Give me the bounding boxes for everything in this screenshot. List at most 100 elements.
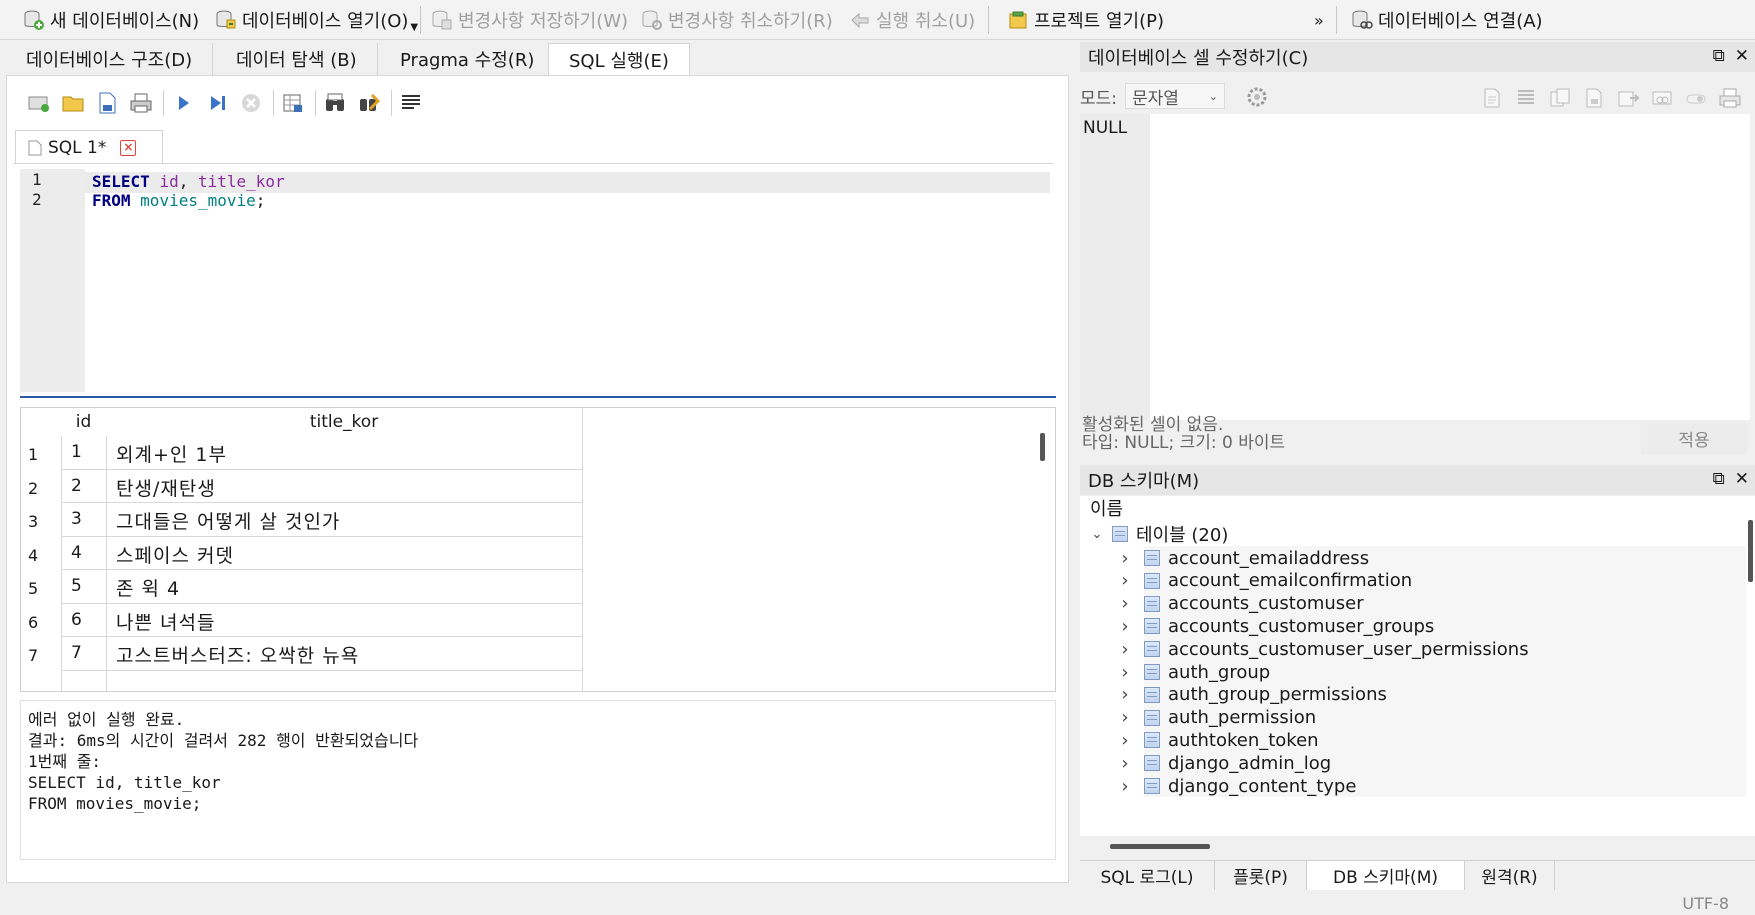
cell-id[interactable]: 6 — [71, 610, 82, 630]
execute-all-button[interactable] — [169, 89, 197, 117]
table-row[interactable]: 6 6 나쁜 녀석들 — [21, 604, 582, 637]
open-sql-file-button[interactable] — [59, 89, 87, 117]
toolbar-overflow-button[interactable]: » — [1310, 4, 1328, 36]
auto-format-icon[interactable] — [1480, 86, 1504, 110]
open-project-button[interactable]: 프로젝트 열기(P) — [1002, 4, 1168, 36]
editor-splitter[interactable] — [20, 396, 1056, 398]
float-dock-icon[interactable]: ⧉ — [1713, 469, 1725, 489]
schema-table-item[interactable]: › auth_permission — [1118, 706, 1316, 730]
table-row[interactable]: 5 5 존 윅 4 — [21, 570, 582, 604]
table-row[interactable]: 3 3 그대들은 어떻게 살 것인가 — [21, 503, 582, 537]
chevron-right-icon[interactable]: › — [1118, 570, 1132, 591]
cell-id[interactable]: 5 — [71, 576, 82, 596]
chevron-right-icon[interactable]: › — [1118, 639, 1132, 660]
open-tab-button[interactable] — [25, 89, 53, 117]
sql-editor-tab[interactable]: SQL 1* × — [15, 130, 163, 164]
dock-tab[interactable]: SQL 로그(L) — [1080, 861, 1215, 890]
chevron-right-icon[interactable]: › — [1118, 548, 1132, 569]
cell-id[interactable]: 4 — [71, 543, 82, 563]
import-file-icon[interactable] — [1548, 86, 1572, 110]
chevron-right-icon[interactable]: › — [1118, 593, 1132, 614]
gear-icon[interactable] — [1245, 85, 1269, 109]
mode-dropdown[interactable]: 문자열 ⌄ — [1125, 83, 1226, 109]
column-header-id[interactable]: id — [61, 408, 106, 436]
cell-title-kor[interactable]: 존 윅 4 — [116, 574, 180, 601]
table-row[interactable]: 1 1 외계+인 1부 — [21, 436, 582, 470]
cell-title-kor[interactable]: 스페이스 커뎃 — [116, 541, 234, 568]
printer-icon[interactable] — [1718, 86, 1742, 110]
cell-value-editor[interactable]: NULL — [1080, 114, 1755, 420]
toggle-icon[interactable] — [1684, 86, 1708, 110]
new-database-button[interactable]: 새 데이터베이스(N) — [18, 4, 203, 36]
close-tab-icon[interactable]: × — [120, 139, 137, 156]
attach-database-button[interactable]: 데이터베이스 연결(A) — [1346, 4, 1547, 36]
column-header-title-kor[interactable]: title_kor — [106, 408, 582, 436]
table-row[interactable]: 2 2 탄생/재탄생 — [21, 470, 582, 503]
chevron-right-icon[interactable]: › — [1118, 616, 1132, 637]
schema-table-item[interactable]: › account_emailconfirmation — [1118, 569, 1412, 593]
chevron-right-icon[interactable]: › — [1118, 776, 1132, 797]
open-database-dropdown-icon[interactable]: ▼ — [410, 22, 418, 33]
sql-editor[interactable]: 1 2 SELECT id, title_kor FROM movies_mov… — [20, 169, 1056, 392]
cell-title-kor[interactable]: 나쁜 녀석들 — [116, 608, 215, 635]
cell-title-kor[interactable]: 그대들은 어떻게 살 것인가 — [116, 507, 340, 534]
schema-table-item[interactable]: › auth_group_permissions — [1118, 683, 1386, 707]
find-text-button[interactable] — [321, 89, 349, 117]
float-dock-icon[interactable]: ⧉ — [1713, 46, 1725, 66]
schema-horizontal-scrollbar-thumb[interactable] — [1110, 844, 1210, 849]
link-icon[interactable] — [1650, 86, 1674, 110]
save-results-button[interactable] — [279, 89, 307, 117]
db-schema-tree[interactable]: 이름 ⌄ 테이블 (20) › account_emailaddress › acco… — [1080, 496, 1755, 849]
chevron-right-icon[interactable]: › — [1118, 730, 1132, 751]
schema-table-item[interactable]: › django_admin_log — [1118, 751, 1331, 775]
row-number[interactable]: 6 — [28, 613, 38, 632]
row-number[interactable]: 7 — [28, 646, 38, 665]
print-button[interactable] — [127, 89, 155, 117]
schema-table-item[interactable]: › django_content_type — [1118, 774, 1356, 798]
close-dock-icon[interactable]: ✕ — [1735, 46, 1749, 66]
revert-changes-button[interactable]: 변경사항 취소하기(R) — [636, 4, 837, 36]
cell-id[interactable]: 3 — [71, 509, 82, 529]
close-dock-icon[interactable]: ✕ — [1735, 469, 1749, 489]
chevron-right-icon[interactable]: › — [1118, 753, 1132, 774]
dock-tab[interactable]: 플롯(P) — [1215, 861, 1307, 890]
undo-button[interactable]: 실행 취소(U) — [844, 4, 979, 36]
export-file-icon[interactable] — [1582, 86, 1606, 110]
tab-execute-sql[interactable]: SQL 실행(E) — [548, 43, 690, 75]
schema-table-item[interactable]: › account_emailaddress — [1118, 546, 1369, 570]
row-number[interactable]: 5 — [28, 579, 38, 598]
schema-table-item[interactable]: › authtoken_token — [1118, 728, 1318, 752]
cell-title-kor[interactable]: 고스트버스터즈: 오싹한 뉴욕 — [116, 641, 359, 668]
result-grid[interactable]: id title_kor 1 1 외계+인 1부 2 2 탄생/재탄생 3 3 그대들은 어떻게… — [20, 407, 1056, 692]
schema-table-item[interactable]: › accounts_customuser_user_permissions — [1118, 637, 1528, 661]
row-number[interactable]: 4 — [28, 546, 38, 565]
chevron-down-icon[interactable]: ⌄ — [1090, 527, 1104, 542]
schema-vertical-scrollbar-thumb[interactable] — [1748, 520, 1753, 582]
chevron-right-icon[interactable]: › — [1118, 707, 1132, 728]
schema-table-item[interactable]: › accounts_customuser — [1118, 592, 1363, 616]
row-number[interactable]: 3 — [28, 512, 38, 531]
cell-text-area[interactable] — [1150, 114, 1750, 420]
table-row[interactable]: 7 7 고스트버스터즈: 오싹한 뉴욕 — [21, 637, 582, 671]
word-wrap-icon[interactable] — [1514, 86, 1538, 110]
tab-edit-pragmas[interactable]: Pragma 수정(R) — [380, 43, 556, 75]
cell-id[interactable]: 2 — [71, 476, 82, 496]
dock-tab[interactable]: 원격(R) — [1465, 861, 1555, 890]
row-number[interactable]: 1 — [28, 445, 38, 464]
cell-title-kor[interactable]: 탄생/재탄생 — [116, 474, 216, 501]
cell-id[interactable]: 1 — [71, 442, 82, 462]
tab-browse-data[interactable]: 데이터 탐색 (B) — [216, 43, 378, 75]
find-replace-button[interactable] — [355, 89, 383, 117]
comment-block-button[interactable] — [397, 89, 425, 117]
set-null-icon[interactable] — [1616, 86, 1640, 110]
table-row[interactable]: 4 4 스페이스 커뎃 — [21, 537, 582, 570]
save-sql-file-button[interactable] — [93, 89, 121, 117]
execute-current-line-button[interactable] — [203, 89, 231, 117]
apply-button[interactable]: 적용 — [1641, 422, 1747, 454]
tab-database-structure[interactable]: 데이터베이스 구조(D) — [6, 43, 214, 75]
schema-table-item[interactable]: › auth_group — [1118, 660, 1270, 684]
dock-tab[interactable]: DB 스키마(M) — [1307, 861, 1465, 890]
open-database-button[interactable]: 데이터베이스 열기(O) ▼ — [210, 4, 422, 36]
write-changes-button[interactable]: 변경사항 저장하기(W) — [426, 4, 632, 36]
schema-table-item[interactable]: › accounts_customuser_groups — [1118, 614, 1434, 638]
